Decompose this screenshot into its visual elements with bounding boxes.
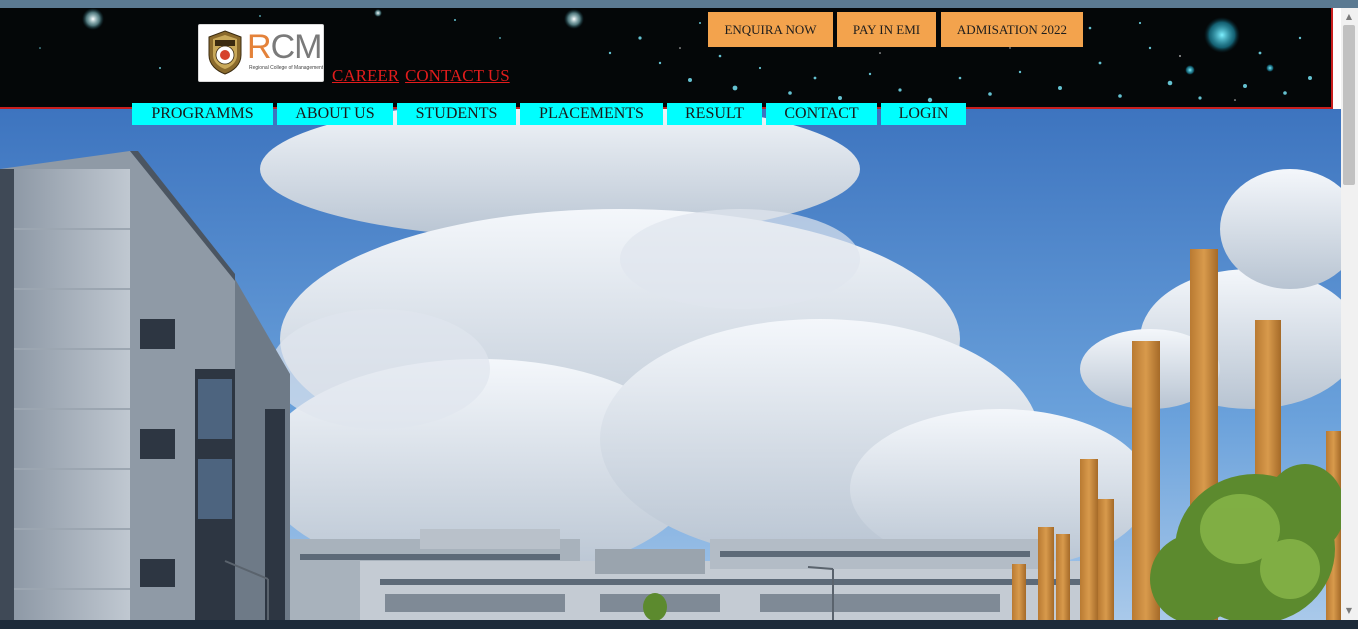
site-header: RCM Regional College of Management CAREE…	[0, 8, 1333, 109]
nav-programms[interactable]: PROGRAMMS	[132, 103, 273, 125]
nav-contact[interactable]: CONTACT	[766, 103, 877, 125]
college-emblem-icon	[208, 30, 242, 75]
nav-placements[interactable]: PLACEMENTS	[520, 103, 663, 125]
nav-about-us[interactable]: ABOUT US	[277, 103, 393, 125]
bottom-strip	[0, 620, 1358, 629]
scroll-down-icon[interactable]: ▼	[1344, 606, 1354, 616]
logo-letter-r: R	[247, 28, 272, 66]
logo-letters-cm: CM	[270, 28, 323, 66]
campus-hero-image	[0, 109, 1341, 620]
career-link[interactable]: CAREER	[332, 66, 399, 85]
admission-2022-button[interactable]: ADMISATION 2022	[941, 12, 1083, 47]
nav-result[interactable]: RESULT	[667, 103, 762, 125]
pay-in-emi-button[interactable]: PAY IN EMI	[837, 12, 936, 47]
rcm-logo[interactable]: RCM Regional College of Management	[198, 24, 324, 82]
browser-top-strip	[0, 0, 1358, 8]
campus-scene	[0, 109, 1341, 620]
nav-login[interactable]: LOGIN	[881, 103, 966, 125]
contact-us-link[interactable]: CONTACT US	[405, 66, 510, 85]
scrollbar-thumb[interactable]	[1343, 25, 1355, 185]
logo-wordmark: RCM	[247, 27, 323, 67]
enquiry-now-button[interactable]: ENQUIRA NOW	[708, 12, 833, 47]
nav-students[interactable]: STUDENTS	[397, 103, 516, 125]
logo-tagline: Regional College of Management	[249, 65, 324, 71]
header-links: CAREER CONTACT US	[332, 66, 516, 86]
scroll-up-icon[interactable]: ▲	[1344, 12, 1354, 22]
